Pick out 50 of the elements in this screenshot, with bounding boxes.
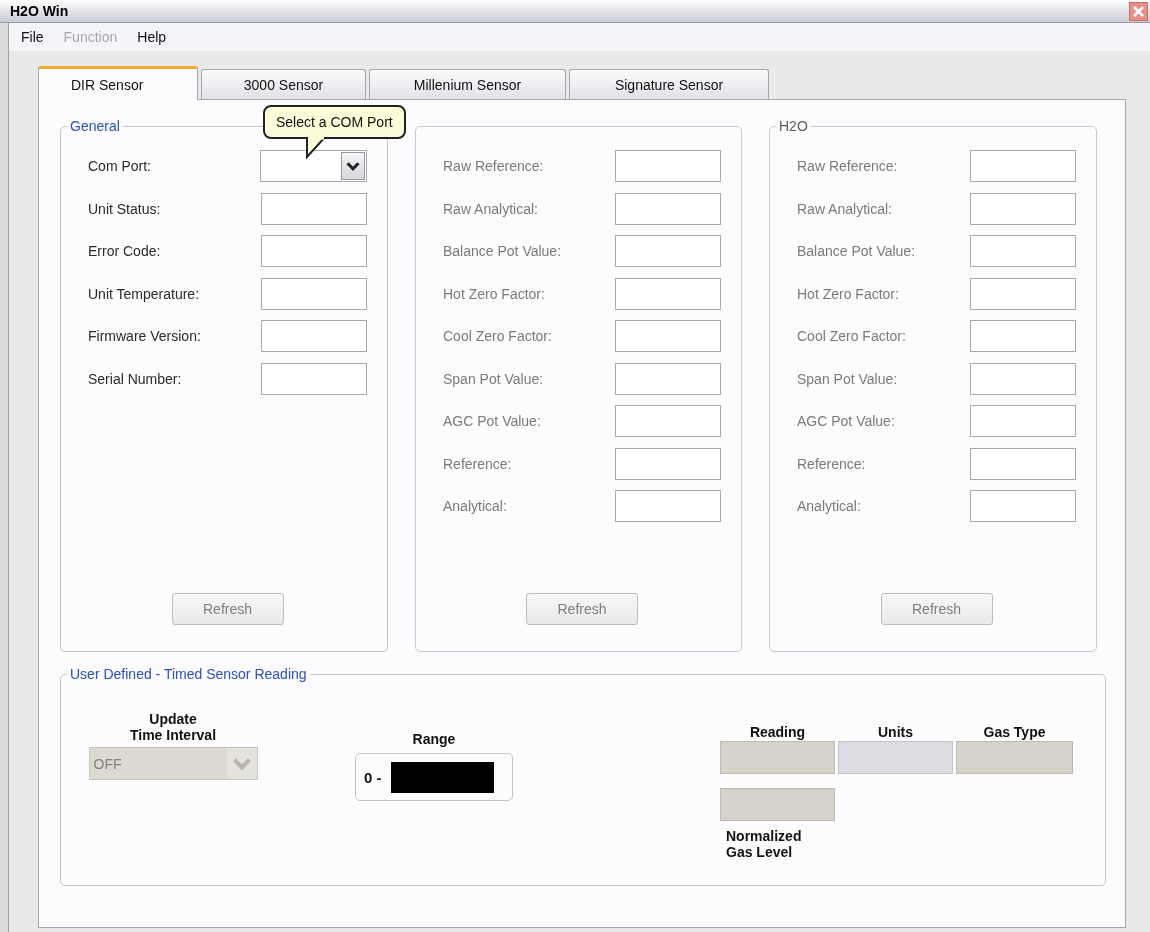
field-label: Hot Zero Factor: xyxy=(797,285,899,302)
tab[interactable]: Millenium Sensor xyxy=(369,69,566,99)
field-label: Span Pot Value: xyxy=(443,370,544,387)
window-title: H2O Win xyxy=(10,3,69,19)
tab[interactable]: DIR Sensor xyxy=(38,66,198,100)
field-label: Raw Reference: xyxy=(797,158,898,174)
column-header: Units xyxy=(877,724,914,741)
field-label: Hot Zero Factor: xyxy=(443,285,545,302)
text-field[interactable] xyxy=(261,362,367,395)
field-label: Cool Zero Factor: xyxy=(797,328,906,344)
dropdown-field[interactable] xyxy=(260,150,367,182)
field-label: Com Port: xyxy=(88,158,151,174)
field-label: Reference: xyxy=(797,455,866,472)
text-field[interactable] xyxy=(261,235,367,267)
close-icon[interactable] xyxy=(1129,1,1148,21)
field-label: Span Pot Value: xyxy=(797,370,898,387)
chevron-icon[interactable] xyxy=(341,152,365,180)
field-label: AGC Pot Value: xyxy=(443,413,541,429)
column-header: Reading xyxy=(748,724,807,741)
range-prefix: 0 - xyxy=(364,768,382,786)
field-label: Range xyxy=(412,731,456,747)
field-label: Balance Pot Value: xyxy=(443,243,562,259)
field-label: Error Code: xyxy=(88,243,161,259)
menu-item[interactable]: File xyxy=(11,29,54,45)
field-label: Raw Analytical: xyxy=(797,200,892,217)
field-label: Analytical: xyxy=(443,498,507,514)
field-label: Update Time Interval xyxy=(129,711,217,743)
field-label: Raw Analytical: xyxy=(443,200,538,217)
field-label: Firmware Version: xyxy=(88,328,201,344)
text-field[interactable] xyxy=(261,320,367,352)
group-title: General xyxy=(67,118,123,134)
column-header: Gas Type xyxy=(982,724,1047,741)
field-label: Reference: xyxy=(443,455,512,472)
field-label: Unit Temperature: xyxy=(88,285,199,302)
field-label: AGC Pot Value: xyxy=(797,413,895,429)
tab[interactable]: Signature Sensor xyxy=(569,69,769,99)
text-field[interactable] xyxy=(261,277,367,310)
group-title: H2O xyxy=(776,118,811,134)
field-label: Analytical: xyxy=(797,498,861,514)
tab[interactable]: 3000 Sensor xyxy=(201,69,366,99)
field-label: Normalized Gas Level xyxy=(725,828,803,860)
text-field[interactable] xyxy=(261,192,367,225)
field-label: Serial Number: xyxy=(88,370,182,387)
field-label: Unit Status: xyxy=(88,200,161,217)
field-label: Cool Zero Factor: xyxy=(443,328,552,344)
field-label: Balance Pot Value: xyxy=(797,243,916,259)
group-title: User Defined - Timed Sensor Reading xyxy=(67,666,310,682)
range-field[interactable] xyxy=(390,761,494,793)
menu-item[interactable]: Help xyxy=(127,29,177,45)
field-label: Raw Reference: xyxy=(443,158,544,174)
